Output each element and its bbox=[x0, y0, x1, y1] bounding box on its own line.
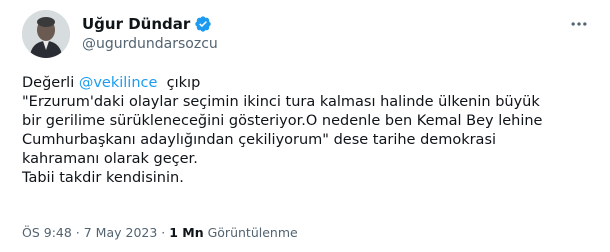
tweet-card: Uğur Dündar @ugurdundarsozcu Değerli @ve… bbox=[0, 0, 610, 252]
tweet-meta: ÖS 9:48 · 7 May 2023 · 1 Mn Görüntülenme bbox=[22, 225, 298, 241]
tweet-text: Değerli @vekilince çıkıp "Erzurum'daki o… bbox=[22, 74, 592, 188]
avatar[interactable] bbox=[22, 10, 70, 58]
tweet-line-1-prefix: Değerli bbox=[22, 75, 79, 91]
meta-separator: · bbox=[71, 225, 84, 240]
tweet-line-1: Değerli @vekilince çıkıp bbox=[22, 74, 592, 93]
profile-photo-icon bbox=[22, 10, 70, 58]
tweet-time[interactable]: ÖS 9:48 bbox=[22, 225, 72, 240]
author-block: Uğur Dündar @ugurdundarsozcu bbox=[82, 14, 218, 52]
tweet-line-4: Cumhurbaşkanı adaylığından çekiliyorum" … bbox=[22, 132, 497, 148]
tweet-line-6: Tabii takdir kendisinin. bbox=[22, 170, 184, 186]
meta-separator: · bbox=[157, 225, 170, 240]
tweet-line-5: kahramanı olarak geçer. bbox=[22, 151, 198, 167]
author-display-name[interactable]: Uğur Dündar bbox=[82, 15, 190, 33]
tweet-date[interactable]: 7 May 2023 bbox=[84, 225, 158, 240]
tweet-line-2: "Erzurum'daki olaylar seçimin ikinci tur… bbox=[22, 94, 540, 110]
views-label: Görüntülenme bbox=[203, 225, 298, 240]
tweet-line-3: bir gerilime sürükleneceğini gösteriyor.… bbox=[22, 113, 543, 129]
author-name-row: Uğur Dündar bbox=[82, 14, 218, 34]
author-handle[interactable]: @ugurdundarsozcu bbox=[82, 36, 218, 52]
verified-badge-icon[interactable] bbox=[194, 15, 212, 33]
tweet-line-1-suffix: çıkıp bbox=[157, 75, 201, 91]
more-horizontal-icon[interactable] bbox=[568, 13, 590, 35]
views-count[interactable]: 1 Mn bbox=[169, 225, 203, 240]
mention-link[interactable]: @vekilince bbox=[79, 75, 158, 91]
